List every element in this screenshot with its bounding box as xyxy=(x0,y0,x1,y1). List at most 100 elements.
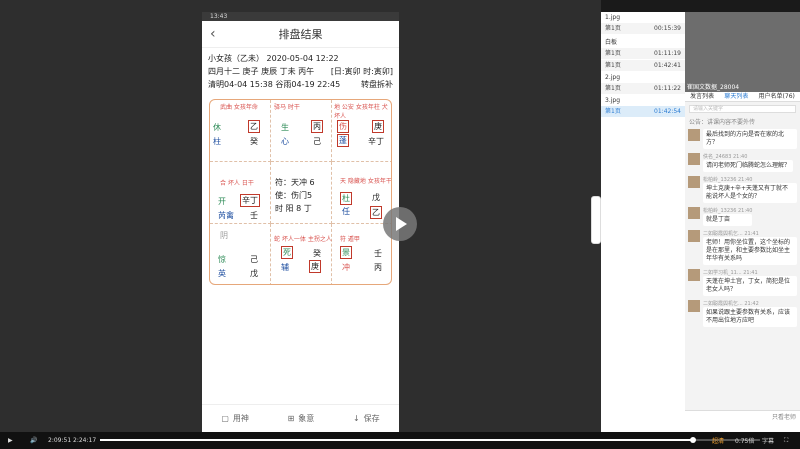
page-section: 1.jpg xyxy=(605,14,621,21)
teacher-only-toggle[interactable]: 只看老师 xyxy=(772,412,796,421)
message-bubble: 坤土克庚+辛+天蓬又有丁就不能说坏人是个女的？ xyxy=(703,183,797,203)
page-item[interactable]: 第1页 01:42:41 xyxy=(601,60,685,72)
grid-cell-2: 驿马 时干 生 丙 心 己 xyxy=(271,100,332,162)
teacher-camera: 崔国文数据_28004 xyxy=(685,12,800,92)
cell-door: 开 xyxy=(218,197,226,206)
app-window: 13:43 ‹ 排盘结果 小女孩（乙未） 2020-05-04 12:22 四月… xyxy=(0,0,800,449)
collapse-handle[interactable] xyxy=(591,196,601,244)
cell-note: 地 公安 女孩年柱 犬坏人 xyxy=(334,104,388,120)
cell-gan: 己 xyxy=(250,255,258,264)
cell-gan: 癸 xyxy=(313,249,321,258)
page-section: 2.jpg xyxy=(605,74,621,81)
grid-cell-1: 武曲 女孩年命 休 乙 柱 癸 xyxy=(210,100,271,162)
back-icon[interactable]: ‹ xyxy=(210,26,216,42)
message-bubble: 天蓬在坤土宫，丁女，简犯是位老女人吗？ xyxy=(703,276,797,296)
tab-users[interactable]: 用户名单(76) xyxy=(759,92,795,101)
cell-gan2: 丙 xyxy=(374,263,382,272)
grid-cell-6: 天 隐藏地 女孩年干 杜 戊 任 乙 xyxy=(332,162,391,224)
info-line-1: 小女孩（乙未） 2020-05-04 12:22 xyxy=(208,54,339,63)
page-title: 排盘结果 xyxy=(278,28,323,41)
fullscreen-icon[interactable]: ⛶ xyxy=(784,437,788,445)
chart-info: 小女孩（乙未） 2020-05-04 12:22 四月十二 庚子 庚辰 丁未 丙… xyxy=(202,48,399,91)
cell-star: 芮禽 xyxy=(218,211,234,220)
message-meta: 松柏岭_13236 21:40 xyxy=(703,208,753,214)
cell-door: 惊 xyxy=(218,255,226,264)
page-item[interactable]: 第1页 01:11:19 xyxy=(601,48,685,60)
tab-speech[interactable]: 发言列表 xyxy=(690,92,714,101)
info-method: 转盘拆补 xyxy=(361,80,393,89)
info-ganzhi: 四月十二 庚子 庚辰 丁未 丙午 xyxy=(208,67,315,76)
cell-gan2: 壬 xyxy=(250,211,258,220)
cell-gan: 庚 xyxy=(372,120,384,133)
cell-gan: 乙 xyxy=(370,206,382,219)
avatar xyxy=(688,129,700,141)
chat-message: 松柏岭_13236 21:40 就是丁亩 xyxy=(685,205,800,228)
quality-label[interactable]: 超清 xyxy=(712,436,724,445)
info-line-2: 四月十二 庚子 庚辰 丁未 丙午 [日:寅卯 时:寅卯] xyxy=(208,65,393,78)
page-section: 白板 xyxy=(605,39,618,46)
page-item[interactable]: 第1页 01:11:22 xyxy=(601,83,685,95)
cell-note: 阴 xyxy=(220,231,228,240)
cell-gan2: 庚 xyxy=(309,260,321,273)
cell-door: 伤 xyxy=(337,120,349,133)
phone-screen: 13:43 ‹ 排盘结果 小女孩（乙未） 2020-05-04 12:22 四月… xyxy=(202,12,399,432)
info-jieqi: 清明04-04 15:38 谷雨04-19 22:45 xyxy=(208,80,341,89)
progress-fill xyxy=(100,439,694,441)
avatar xyxy=(688,230,700,242)
tab-save[interactable]: ↓ 保存 xyxy=(353,413,380,424)
chat-tabs: 发言列表 聊天列表 用户名单(76) xyxy=(685,92,800,102)
grid-cell-8: 蛇 坏人一体 主拐之人 死 癸 辅 庚 xyxy=(271,224,332,284)
cell-star: 心 xyxy=(281,137,289,146)
message-bubble: 就是丁亩 xyxy=(703,214,753,226)
cell-door: 任 xyxy=(342,207,350,216)
progress-bar[interactable] xyxy=(100,437,760,443)
progress-knob[interactable] xyxy=(690,437,697,443)
page-section: 3.jpg xyxy=(605,97,621,104)
cell-star: 杜 xyxy=(340,192,352,205)
tab-xiangyi[interactable]: ⊞ 象意 xyxy=(288,413,315,424)
cell-gan: 乙 xyxy=(248,120,260,133)
center-line-1: 符：天冲 6 xyxy=(275,178,315,187)
teacher-name: 崔国文数据_28004 xyxy=(687,84,740,91)
play-control-icon[interactable]: ▶ xyxy=(8,437,13,444)
player-controls: ▶ 🔊 2:09:51 2:24:17 超清 0.75倍 字幕 ⛶ xyxy=(0,432,800,449)
avatar xyxy=(688,176,700,188)
play-button[interactable] xyxy=(383,207,417,241)
tab-yongshen[interactable]: ▢ 用神 xyxy=(221,413,249,424)
cell-door: 生 xyxy=(281,123,289,132)
cell-gan: 辛丁 xyxy=(240,194,260,207)
cell-door: 景 xyxy=(340,246,352,259)
cell-gan2: 戊 xyxy=(250,269,258,278)
search-input[interactable]: 请输入关键字 xyxy=(689,105,796,113)
message-bubble: 如果说跟主要参数有关系，应该不用出位地方应吧 xyxy=(703,307,797,327)
qimen-grid: 武曲 女孩年命 休 乙 柱 癸 驿马 时干 生 丙 心 己 地 公安 女孩年柱 … xyxy=(209,99,392,285)
message-meta: 松柏岭_13236 21:40 xyxy=(703,177,753,183)
cell-door: 休 xyxy=(213,123,221,132)
cell-door: 死 xyxy=(281,246,293,259)
download-icon: ↓ xyxy=(352,414,360,423)
avatar xyxy=(688,269,700,281)
avatar xyxy=(688,300,700,312)
play-icon xyxy=(396,217,407,231)
message-meta: 二如聪霞舆机乞... 21:41 xyxy=(703,231,759,237)
chat-message: 二如聪霞舆机乞... 21:41 老师！用你坐位置，这个坐标的是在那里，和主要参数… xyxy=(685,228,800,267)
nav-bar: ‹ 排盘结果 xyxy=(202,21,399,48)
doc-icon: ▢ xyxy=(221,414,229,423)
center-line-3: 时 阳 8 丁 xyxy=(275,204,312,213)
avatar xyxy=(688,153,700,165)
rate-label[interactable]: 0.75倍 xyxy=(735,436,754,445)
cell-gan2: 戊 xyxy=(372,193,380,202)
cell-star: 柱 xyxy=(213,137,221,146)
page-item-active[interactable]: 第1页 01:42:54 xyxy=(601,106,685,118)
page-item[interactable]: 第1页 00:15:39 xyxy=(601,23,685,35)
chat-message: 松柏岭_13236 21:40 坤土克庚+辛+天蓬又有丁就不能说坏人是个女的？ xyxy=(685,174,800,205)
chat-footer: 只看老师 xyxy=(685,410,800,432)
cell-gan2: 癸 xyxy=(250,137,258,146)
volume-icon[interactable]: 🔊 xyxy=(30,437,37,444)
cell-note: 合 坏人 日干 xyxy=(220,180,254,187)
cell-star: 英 xyxy=(218,269,226,278)
subtitle-label[interactable]: 字幕 xyxy=(762,436,774,445)
time-current: 2:09:51 xyxy=(48,437,72,444)
tab-chat[interactable]: 聊天列表 xyxy=(724,92,748,101)
avatar xyxy=(688,207,700,219)
